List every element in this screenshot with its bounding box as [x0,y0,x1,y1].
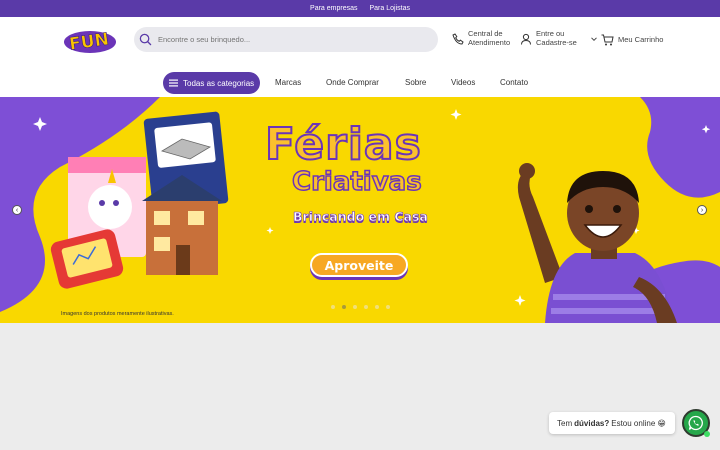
support-line2: Atendimento [468,37,511,47]
chat-bubble[interactable]: Tem dúvidas? Estou online 😁 [549,412,675,434]
site-header: FUN Central de Atendimento Entre ou Cada… [0,17,720,97]
top-links-bar: Para empresas Para Lojistas [0,0,720,17]
chevron-down-icon[interactable] [590,35,598,43]
carousel-prev-button[interactable]: ‹ [12,205,22,215]
support-link[interactable]: Central de Atendimento [452,29,511,47]
carousel-next-button[interactable]: › [697,205,707,215]
carousel-dot[interactable] [342,305,346,309]
banner-cta-button[interactable]: Aproveite [310,253,408,277]
banner-subtitle: Brincando em Casa [293,209,428,225]
search-icon[interactable] [139,33,152,46]
cart-link[interactable]: Meu Carrinho [601,34,663,46]
whatsapp-icon [688,415,703,431]
chat-prefix: Tem [557,418,573,428]
phone-headset-icon [452,32,464,45]
carousel-dot[interactable] [375,305,379,309]
chat-strong: dúvidas? [574,418,610,428]
search-bar[interactable] [134,27,438,52]
kid-illustration [517,163,677,323]
account-link[interactable]: Entre ou Cadastre-se [520,29,598,47]
hamburger-icon [169,79,178,87]
carousel-dot[interactable] [331,305,335,309]
banner-title-line1: Férias [264,118,422,171]
user-icon [521,33,531,45]
cart-icon [601,34,614,46]
nav-item-onde-comprar[interactable]: Onde Comprar [326,78,379,87]
banner-disclaimer: Imagens dos produtos meramente ilustrati… [61,311,174,317]
link-para-lojistas[interactable]: Para Lojistas [370,5,410,12]
all-categories-label: Todas as categorias [183,78,255,88]
banner-title-line2: Criativas [291,166,422,198]
link-para-empresas[interactable]: Para empresas [310,5,357,12]
carousel-dot[interactable] [364,305,368,309]
search-input[interactable] [158,35,408,44]
toys-illustration [50,111,229,289]
online-status-dot [704,431,710,437]
account-line2: Cadastre-se [536,37,577,47]
nav-item-videos[interactable]: Videos [451,78,475,87]
chat-suffix: Estou online 😁 [611,418,666,428]
nav-item-marcas[interactable]: Marcas [275,78,301,87]
carousel-dot[interactable] [353,305,357,309]
main-nav: Todas as categorias Marcas Onde Comprar … [0,72,720,94]
fun-logo[interactable]: FUN [62,25,118,55]
hero-banner[interactable]: Férias Criativas Brincando em Casa Aprov… [0,97,720,323]
carousel-dot[interactable] [386,305,390,309]
nav-item-sobre[interactable]: Sobre [405,78,426,87]
carousel-dots [331,305,390,309]
all-categories-button[interactable]: Todas as categorias [163,72,260,94]
nav-item-contato[interactable]: Contato [500,78,528,87]
cart-label: Meu Carrinho [618,34,664,44]
